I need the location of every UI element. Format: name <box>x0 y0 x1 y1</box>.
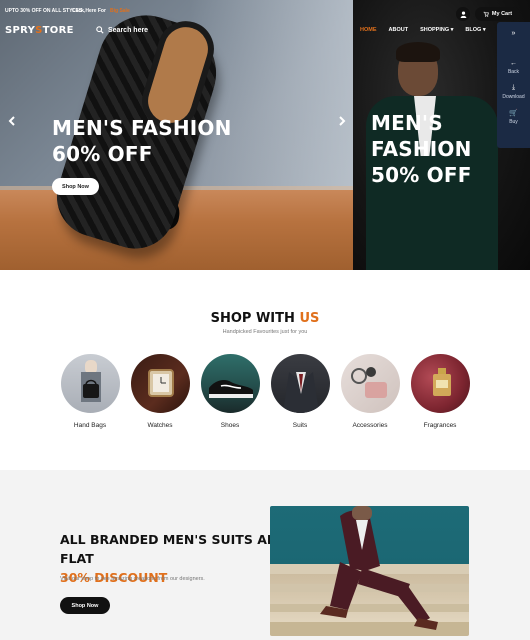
side-buy-button[interactable]: 🛒 Buy <box>497 109 530 125</box>
category-label: Hand Bags <box>73 422 107 429</box>
category-image-fragrances <box>410 354 470 413</box>
user-icon <box>460 10 466 18</box>
nav-blog-label: BLOG <box>465 27 482 33</box>
search-trigger[interactable]: Search here <box>96 26 148 34</box>
arrow-left-icon: ← <box>510 60 517 67</box>
category-label: Suits <box>292 422 308 429</box>
shop-section-title: SHOP WITH US <box>0 311 530 326</box>
side-download-label: Download <box>502 94 525 100</box>
perfume-image <box>432 368 451 396</box>
category-label: Fragrances <box>423 422 457 429</box>
side-download-button[interactable]: ⤓ Download <box>497 84 530 100</box>
watch-image <box>147 369 174 397</box>
logo-text-1: SPRY <box>5 25 36 36</box>
category-image-watches <box>130 354 190 413</box>
carousel-prev-icon[interactable] <box>8 116 16 129</box>
category-label: Shoes <box>220 422 240 429</box>
side-panel: » ← Back ⤓ Download 🛒 Buy <box>497 22 530 148</box>
category-image-shoes <box>200 354 260 413</box>
promo-shop-now-button[interactable]: Shop Now <box>60 597 110 614</box>
promo-band-line1: ALL BRANDED MEN'S SUITS ARE <box>60 532 286 547</box>
top-bar: UPTO 30% OFF ON ALL STYLES , Click Here … <box>0 3 530 21</box>
suit-image <box>282 372 319 413</box>
category-shoes[interactable]: Shoes <box>200 354 260 429</box>
search-label: Search here <box>108 26 149 34</box>
category-label: Accessories <box>352 422 388 429</box>
chevron-down-icon: ▾ <box>481 27 486 33</box>
suit-promo-image <box>270 506 469 636</box>
promo-band-line2-main: FLAT <box>60 551 94 566</box>
category-accessories[interactable]: Accessories <box>340 354 400 429</box>
hero-slide1-line1: MEN'S FASHION <box>52 116 232 140</box>
hero-slide2-line2: 50% OFF <box>371 163 472 187</box>
promo-link[interactable]: Click Here For <box>72 8 106 14</box>
accessories-image <box>350 367 387 398</box>
cart-icon <box>483 11 489 17</box>
category-image-accessories <box>340 354 400 413</box>
chevron-down-icon: ▾ <box>449 27 454 33</box>
cart-icon: 🛒 <box>509 110 518 117</box>
logo-accent: S <box>35 25 43 36</box>
search-icon <box>96 26 104 34</box>
hero-slide1-line2: 60% OFF <box>52 142 153 166</box>
shop-title-main: SHOP WITH <box>210 311 295 326</box>
carousel-next-icon[interactable] <box>338 116 346 129</box>
category-watches[interactable]: Watches <box>130 354 190 429</box>
category-image-hand-bags <box>60 354 120 413</box>
nav-item-blog[interactable]: BLOG ▾ <box>465 27 485 33</box>
category-hand-bags[interactable]: Hand Bags <box>60 354 120 429</box>
hero-shop-now-button[interactable]: Shop Now <box>52 178 99 195</box>
man-hair <box>396 42 440 62</box>
promo-band-subtitle: Visit our shop to see amazing creations … <box>60 576 205 582</box>
shop-title-accent: US <box>299 311 320 326</box>
category-suits[interactable]: Suits <box>270 354 330 429</box>
category-list: Hand Bags Watches Shoes Suits Accessorie… <box>60 354 480 434</box>
nav-item-home[interactable]: HOME <box>360 27 377 33</box>
category-fragrances[interactable]: Fragrances <box>410 354 470 429</box>
main-nav: HOME ABOUT SHOPPING ▾ BLOG ▾ C <box>360 27 502 33</box>
sneaker-image <box>208 380 253 398</box>
handbag-image <box>80 360 101 402</box>
cart-button[interactable]: My Cart <box>475 7 520 21</box>
shop-section-subtitle: Handpicked Favourites just for you <box>222 329 308 335</box>
nav-shopping-label: SHOPPING <box>420 27 450 33</box>
side-back-label: Back <box>507 69 520 75</box>
side-buy-label: Buy <box>509 119 518 125</box>
double-chevron-right-icon: » <box>511 30 516 37</box>
nav-item-about[interactable]: ABOUT <box>389 27 409 33</box>
download-icon: ⤓ <box>511 84 516 91</box>
category-label: Watches <box>147 422 173 429</box>
logo-text-2: TORE <box>42 25 74 36</box>
account-button[interactable] <box>456 7 470 21</box>
promo-big-sale[interactable]: Big Sale <box>110 8 130 14</box>
category-image-suits <box>270 354 330 413</box>
man-in-suit-image <box>270 506 469 636</box>
cart-label: My Cart <box>491 11 513 17</box>
hero-slide1-title: MEN'S FASHION 60% OFF <box>52 115 232 167</box>
site-logo[interactable]: SPRYSTORE <box>5 25 74 36</box>
side-back-button[interactable]: ← Back <box>497 60 530 75</box>
nav-item-shopping[interactable]: SHOPPING ▾ <box>420 27 453 33</box>
hero-carousel: MEN'S FASHION 60% OFF Shop Now MEN'S FAS… <box>0 0 530 270</box>
side-expand-button[interactable]: » <box>497 30 530 39</box>
